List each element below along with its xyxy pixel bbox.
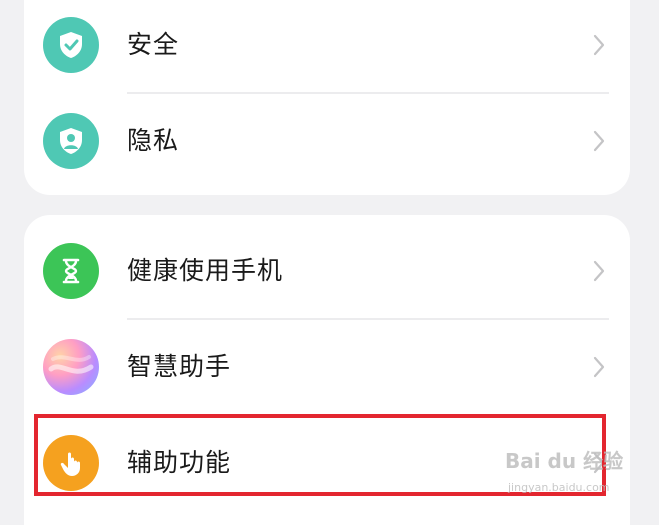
watermark: Bai du 经验	[505, 449, 624, 473]
chevron-right-icon	[593, 34, 605, 56]
shield-check-icon	[43, 17, 99, 73]
chevron-right-icon	[593, 130, 605, 152]
settings-item-privacy[interactable]: 隐私	[24, 93, 630, 189]
settings-item-label: 安全	[127, 30, 180, 59]
assistant-orb-icon	[43, 339, 99, 395]
settings-card-2: 健康使用手机 智慧助手 辅助功能	[24, 215, 630, 525]
chevron-right-icon	[593, 260, 605, 282]
settings-card-1: 安全 隐私	[24, 0, 630, 195]
settings-item-label: 健康使用手机	[127, 256, 284, 285]
watermark-url: jingyan.baidu.com	[508, 481, 610, 494]
settings-item-digital-wellbeing[interactable]: 健康使用手机	[24, 223, 630, 319]
settings-item-label: 辅助功能	[127, 448, 232, 477]
chevron-right-icon	[593, 356, 605, 378]
settings-item-label: 智慧助手	[127, 352, 232, 381]
settings-item-label: 隐私	[127, 126, 180, 155]
hourglass-icon	[43, 243, 99, 299]
hand-pointer-icon	[43, 435, 99, 491]
settings-item-smart-assistant[interactable]: 智慧助手	[24, 319, 630, 415]
settings-item-security[interactable]: 安全	[24, 0, 630, 93]
privacy-shield-icon	[43, 113, 99, 169]
